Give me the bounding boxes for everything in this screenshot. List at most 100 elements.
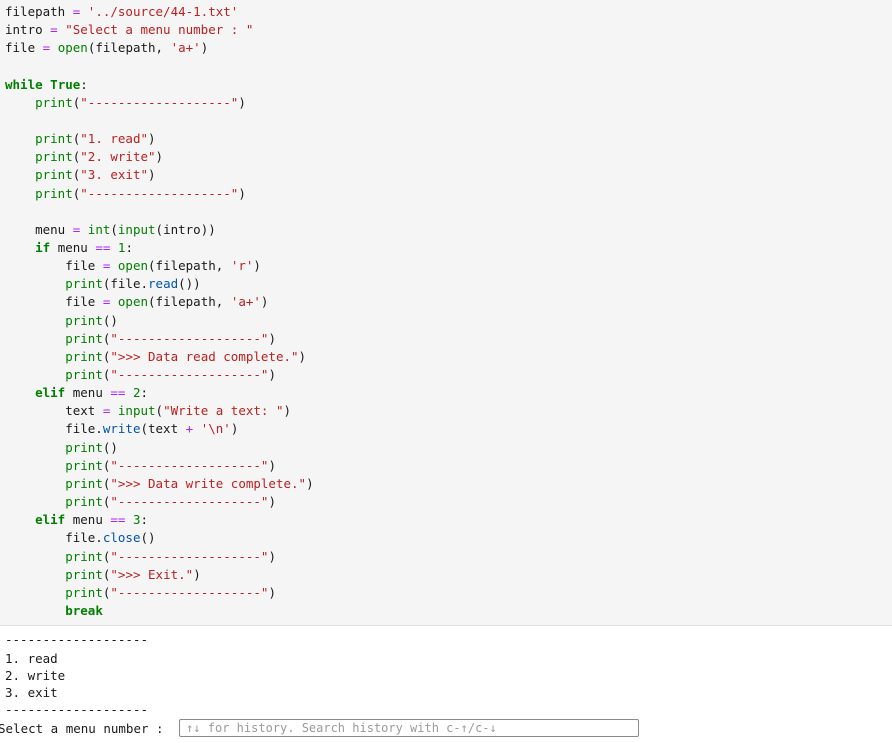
code-line: print("-------------------") <box>5 330 276 348</box>
code-token: break <box>65 602 103 618</box>
code-token: print <box>35 167 73 183</box>
code-token: ) <box>155 149 164 165</box>
code-token: ) <box>230 421 239 437</box>
code-cell[interactable]: filepath = '../source/44-1.txt' intro = "… <box>0 0 892 626</box>
code-token: file <box>5 40 43 56</box>
code-token: "3. exit" <box>80 167 149 183</box>
code-line: file.close() <box>5 529 155 547</box>
code-token: ) <box>238 185 246 201</box>
code-token: read <box>148 276 179 292</box>
code-token: '../source/44-1.txt' <box>87 4 239 19</box>
code-token: (filepath, <box>87 40 171 56</box>
code-token: print <box>65 475 103 491</box>
code-token: file <box>5 258 103 274</box>
code-line: break <box>5 602 103 620</box>
code-line: filepath = '../source/44-1.txt' <box>5 3 238 21</box>
code-token: print <box>65 276 103 292</box>
code-token: print <box>35 149 73 165</box>
code-line: text = input("Write a text: ") <box>5 402 291 420</box>
code-token: if <box>35 239 51 255</box>
code-token: open <box>117 258 149 274</box>
code-token: menu <box>5 221 73 237</box>
code-token: text <box>5 403 103 419</box>
code-token: '\n' <box>200 421 231 437</box>
code-token: "-------------------" <box>110 330 269 346</box>
code-token: ) <box>268 330 276 346</box>
code-line: file = open(filepath, 'a+') <box>5 39 208 57</box>
code-token: ) <box>298 348 307 364</box>
code-line: print("2. write") <box>5 148 163 166</box>
stdin-prompt-row: Select a menu number : <box>0 718 640 738</box>
code-line: file = open(filepath, 'r') <box>5 257 261 275</box>
code-token: file <box>5 294 103 310</box>
code-token: print <box>65 548 103 564</box>
output-line: 2. write <box>5 668 66 683</box>
code-token: == <box>95 239 111 255</box>
code-token: "-------------------" <box>110 548 269 564</box>
code-line: while True: <box>5 76 88 94</box>
code-token: : <box>80 76 88 92</box>
code-token: close <box>102 530 141 546</box>
code-token: "-------------------" <box>110 457 269 473</box>
code-token: while <box>5 76 43 92</box>
code-token: (filepath, <box>148 294 231 310</box>
code-token: print <box>65 457 103 473</box>
code-token: print <box>35 131 73 147</box>
code-token: 3 <box>132 512 141 528</box>
code-token: print <box>65 439 103 455</box>
code-token: ) <box>268 457 276 473</box>
code-token: "-------------------" <box>80 94 239 110</box>
code-token: print <box>35 185 73 201</box>
code-token: ) <box>268 494 276 510</box>
code-line: print("-------------------") <box>5 94 246 112</box>
code-token: file. <box>5 530 103 546</box>
code-line: print(">>> Data read complete.") <box>5 348 306 366</box>
code-line: if menu == 1: <box>5 239 133 257</box>
code-line: print(file.read()) <box>5 275 200 293</box>
code-token: (file. <box>102 276 149 292</box>
code-token: ) <box>260 294 269 310</box>
code-line: print(">>> Data write complete.") <box>5 475 313 493</box>
code-token: menu <box>65 385 111 401</box>
code-line: print("-------------------") <box>5 548 276 566</box>
stdin-input[interactable] <box>179 719 640 737</box>
code-token: write <box>102 421 141 437</box>
code-token: ( <box>110 221 118 237</box>
code-token: ) <box>200 40 209 56</box>
code-token: "-------------------" <box>110 367 269 382</box>
code-line: intro = "Select a menu number : " <box>5 21 253 39</box>
stdin-prompt-label: Select a menu number : <box>0 720 172 736</box>
code-token: (text <box>140 421 186 437</box>
code-token: input <box>117 221 156 237</box>
code-line: print("-------------------") <box>5 584 276 602</box>
output-line: 1. read <box>5 651 58 666</box>
code-token: print <box>65 312 103 328</box>
code-token: intro <box>5 22 51 38</box>
code-token: : <box>125 239 133 255</box>
code-token: ) <box>268 548 276 564</box>
code-token: ">>> Data write complete." <box>110 475 307 491</box>
code-token: == <box>110 385 126 401</box>
code-token: "1. read" <box>80 131 149 147</box>
code-line: file.write(text + '\n') <box>5 420 238 438</box>
output-line: 3. exit <box>5 685 58 700</box>
code-line: menu = int(input(intro)) <box>5 221 216 239</box>
code-token: print <box>65 348 103 364</box>
